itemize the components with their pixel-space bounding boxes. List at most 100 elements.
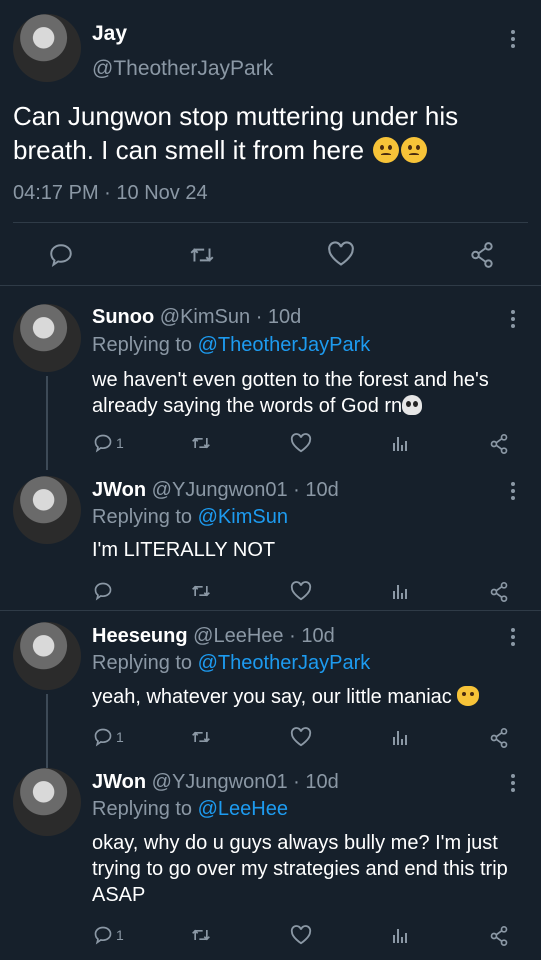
- analytics-button[interactable]: [390, 925, 410, 945]
- reply-text: I'm LITERALLY NOT: [92, 537, 522, 563]
- divider: [13, 222, 528, 223]
- reply-count: 1: [116, 435, 124, 451]
- reply-age: 10d: [267, 306, 302, 328]
- analytics-button[interactable]: [390, 727, 410, 747]
- avatar[interactable]: [13, 14, 81, 82]
- share-button[interactable]: [489, 925, 509, 947]
- replying-to: Replying to @TheotherJayPark: [92, 334, 370, 357]
- author-handle[interactable]: @LeeHee: [193, 625, 283, 647]
- replying-to-link[interactable]: @TheotherJayPark: [198, 334, 371, 356]
- replying-prefix: Replying to: [92, 652, 193, 674]
- replying-to-link[interactable]: @KimSun: [198, 506, 288, 528]
- author-name[interactable]: JWon: [92, 771, 146, 793]
- share-button[interactable]: [489, 433, 509, 455]
- reply-text: we haven't even gotten to the forest and…: [92, 367, 522, 419]
- avatar[interactable]: [13, 768, 81, 836]
- reply-button[interactable]: 1: [93, 925, 124, 945]
- thread-line: [46, 376, 48, 470]
- reply-button[interactable]: [93, 581, 116, 601]
- reply-text-body: I'm LITERALLY NOT: [92, 539, 276, 561]
- analytics-icon: [393, 585, 407, 599]
- author-handle[interactable]: @TheotherJayPark: [92, 57, 273, 81]
- share-icon: [490, 581, 508, 602]
- tweet-text: Can Jungwon stop muttering under his bre…: [13, 99, 523, 167]
- replying-to-link[interactable]: @LeeHee: [198, 798, 288, 820]
- heart-icon: [290, 727, 312, 747]
- share-icon: [471, 242, 493, 268]
- more-options-icon[interactable]: [511, 628, 515, 649]
- heart-icon: [290, 581, 312, 601]
- reply-header: JWon @YJungwon01 · 10d: [92, 771, 339, 793]
- comment-icon: [94, 926, 112, 945]
- retweet-icon: [192, 929, 210, 941]
- retweet-button[interactable]: [190, 925, 212, 945]
- analytics-icon: [393, 437, 407, 451]
- heart-icon: [328, 241, 354, 266]
- author-name[interactable]: JWon: [92, 479, 146, 501]
- reply-count: 1: [116, 927, 124, 943]
- analytics-button[interactable]: [390, 433, 410, 453]
- main-tweet: Jay @TheotherJayPark Can Jungwon stop mu…: [0, 0, 541, 286]
- reply-header: JWon @YJungwon01 · 10d: [92, 479, 339, 501]
- analytics-button[interactable]: [390, 581, 410, 601]
- analytics-icon: [393, 731, 407, 745]
- author-name[interactable]: Jay: [92, 22, 127, 46]
- reply-age: 10d: [305, 771, 339, 793]
- reply-button[interactable]: [48, 242, 74, 268]
- retweet-button[interactable]: [190, 581, 212, 601]
- reply-text-body: yeah, whatever you say, our little mania…: [92, 686, 452, 708]
- author-name[interactable]: Sunoo: [92, 306, 154, 328]
- replying-prefix: Replying to: [92, 334, 193, 356]
- comment-icon: [50, 244, 72, 268]
- reply-button[interactable]: 1: [93, 727, 124, 747]
- avatar[interactable]: [13, 476, 81, 544]
- replying-to-link[interactable]: @TheotherJayPark: [198, 652, 371, 674]
- replying-to: Replying to @KimSun: [92, 506, 288, 529]
- tweet-timestamp[interactable]: 04:17 PM · 10 Nov 24: [13, 182, 208, 205]
- share-icon: [490, 434, 508, 454]
- reply-text: yeah, whatever you say, our little mania…: [92, 684, 522, 710]
- reply-age: 10d: [305, 479, 339, 501]
- like-button[interactable]: [290, 581, 312, 601]
- reply-button[interactable]: 1: [93, 433, 124, 453]
- like-button[interactable]: [290, 925, 312, 945]
- like-button[interactable]: [290, 727, 312, 747]
- replying-prefix: Replying to: [92, 798, 193, 820]
- grinning-cat-emoji: [457, 686, 480, 706]
- retweet-icon: [190, 248, 214, 262]
- more-options-icon[interactable]: [511, 774, 515, 795]
- share-button[interactable]: [489, 727, 509, 749]
- analytics-icon: [393, 929, 407, 943]
- reply-text-body: we haven't even gotten to the forest and…: [92, 369, 489, 417]
- reply-count: 1: [116, 729, 124, 745]
- comment-icon: [94, 582, 112, 601]
- share-icon: [490, 727, 508, 748]
- author-handle[interactable]: @YJungwon01: [152, 479, 288, 501]
- more-options-icon[interactable]: [511, 30, 515, 51]
- avatar[interactable]: [13, 304, 81, 372]
- reply-text: okay, why do u guys always bully me? I'm…: [92, 830, 522, 908]
- reply-text-body: okay, why do u guys always bully me? I'm…: [92, 832, 508, 906]
- tweet-time: 04:17 PM: [13, 182, 99, 204]
- like-button[interactable]: [327, 241, 355, 267]
- author-handle[interactable]: @KimSun: [160, 306, 250, 328]
- retweet-icon: [192, 585, 210, 597]
- retweet-button[interactable]: [190, 433, 212, 453]
- share-button[interactable]: [469, 241, 495, 269]
- author-name[interactable]: Heeseung: [92, 625, 188, 647]
- thread-line: [46, 694, 48, 768]
- like-button[interactable]: [290, 433, 312, 453]
- avatar[interactable]: [13, 622, 81, 690]
- replying-prefix: Replying to: [92, 506, 193, 528]
- retweet-icon: [192, 731, 210, 743]
- divider: [0, 610, 541, 611]
- more-options-icon[interactable]: [511, 482, 515, 503]
- heart-icon: [290, 925, 312, 945]
- confused-face-emoji: [373, 137, 400, 163]
- author-handle[interactable]: @YJungwon01: [152, 771, 288, 793]
- replying-to: Replying to @TheotherJayPark: [92, 652, 370, 675]
- retweet-button[interactable]: [190, 727, 212, 747]
- more-options-icon[interactable]: [511, 310, 515, 331]
- share-button[interactable]: [489, 581, 509, 603]
- retweet-button[interactable]: [188, 242, 216, 268]
